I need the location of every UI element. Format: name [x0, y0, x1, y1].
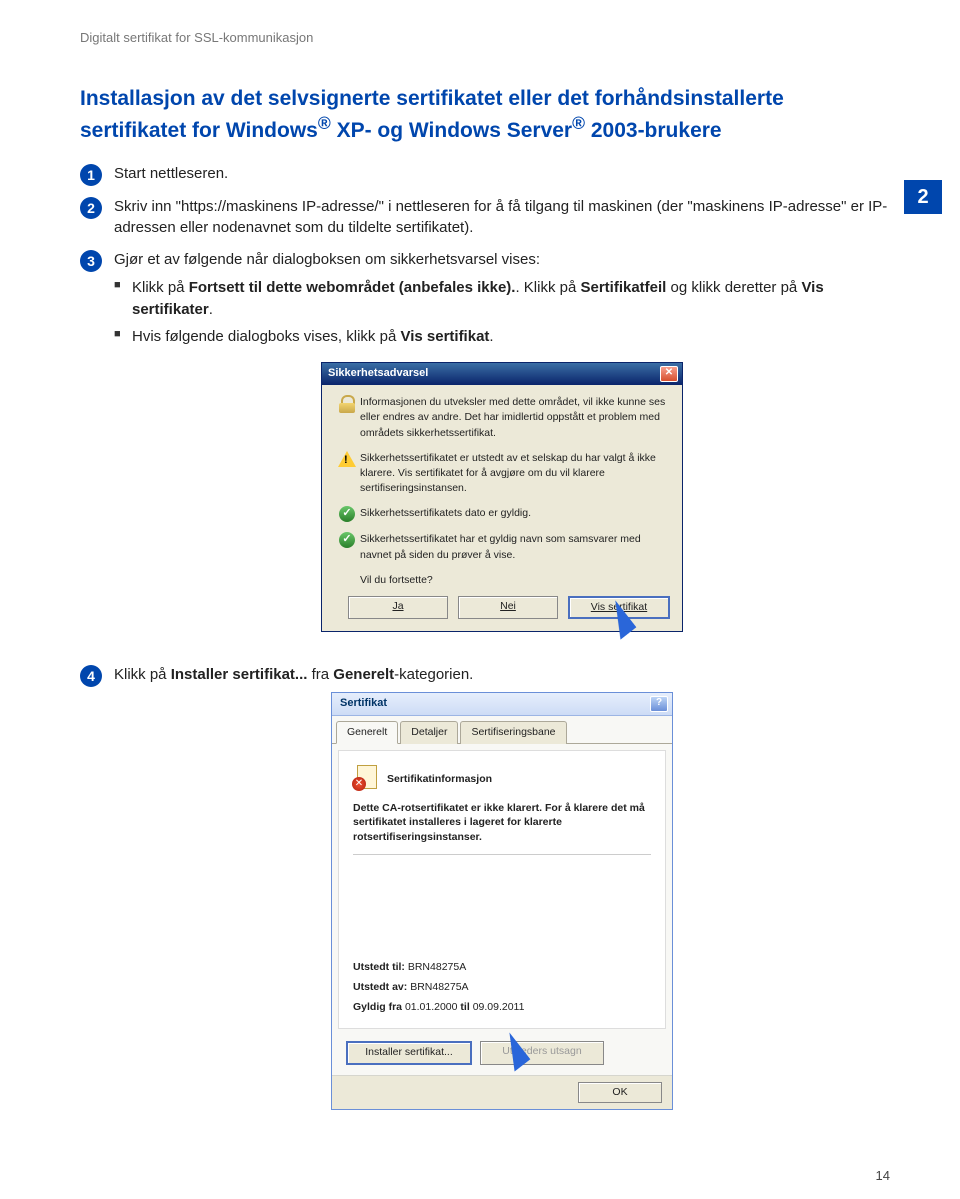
valid-label: Gyldig fra — [353, 1001, 402, 1013]
issued-by-value: BRN48275A — [410, 981, 468, 993]
reg-mark: ® — [318, 113, 331, 133]
b1e: og klikk deretter på — [666, 279, 801, 296]
b1c: . Klikk på — [515, 279, 580, 296]
divider — [353, 854, 651, 855]
tab-general[interactable]: Generelt — [336, 721, 398, 744]
s4e: -kategorien. — [394, 666, 473, 683]
dialog1-question: Vil du fortsette? — [334, 573, 670, 588]
s4c: fra — [307, 666, 333, 683]
issued-to-row: Utstedt til: BRN48275A — [353, 960, 651, 975]
no-label: Nei — [500, 600, 516, 612]
page-number: 14 — [0, 1162, 960, 1199]
section-title: Installasjon av det selvsignerte sertifi… — [80, 85, 890, 145]
chapter-number-badge: 2 — [904, 180, 942, 214]
close-icon[interactable]: ✕ — [660, 366, 678, 382]
title-line1: Installasjon av det selvsignerte sertifi… — [80, 87, 784, 110]
dialog1-warn: Sikkerhetssertifikatet er utstedt av et … — [360, 451, 670, 497]
tab-certpath[interactable]: Sertifiseringsbane — [460, 721, 566, 744]
lock-icon — [338, 395, 356, 413]
step-badge-2: 2 — [80, 197, 102, 219]
step-badge-1: 1 — [80, 164, 102, 186]
b2b: Vis sertifikat — [400, 328, 489, 345]
b1b: Fortsett til dette webområdet (anbefales… — [189, 279, 516, 296]
b2a: Hvis følgende dialogboks vises, klikk på — [132, 328, 400, 345]
b2c: . — [489, 328, 493, 345]
title-line2a: sertifikatet for Windows — [80, 119, 318, 142]
yes-label: Ja — [392, 600, 403, 612]
warning-icon — [338, 451, 356, 467]
security-warning-dialog: Sikkerhetsadvarsel ✕ Informasjonen du ut… — [321, 362, 683, 632]
b1a: Klikk på — [132, 279, 189, 296]
ok-button[interactable]: OK — [578, 1082, 662, 1103]
b1d: Sertifikatfeil — [580, 279, 666, 296]
title-line2c: 2003-brukere — [585, 119, 722, 142]
valid-from: 01.01.2000 — [405, 1001, 458, 1013]
dialog1-ok1: Sikkerhetssertifikatets dato er gyldig. — [360, 506, 670, 521]
no-button[interactable]: Nei — [458, 596, 558, 619]
yes-button[interactable]: Ja — [348, 596, 448, 619]
bullet-1: Klikk på Fortsett til dette webområdet (… — [114, 277, 890, 321]
step-3-text: Gjør et av følgende når dialogboksen om … — [114, 249, 890, 271]
s4a: Klikk på — [114, 666, 171, 683]
help-icon[interactable]: ? — [650, 696, 668, 712]
b1g: . — [209, 301, 213, 318]
valid-row: Gyldig fra 01.01.2000 til 09.09.2011 — [353, 1000, 651, 1015]
certificate-dialog: Sertifikat ? Generelt Detaljer Sertifise… — [331, 692, 673, 1110]
step-badge-4: 4 — [80, 665, 102, 687]
issued-by-row: Utstedt av: BRN48275A — [353, 980, 651, 995]
step-badge-3: 3 — [80, 250, 102, 272]
dialog1-intro: Informasjonen du utveksler med dette omr… — [360, 395, 670, 441]
valid-to: 09.09.2011 — [473, 1001, 525, 1013]
valid-mid: til — [460, 1001, 469, 1013]
step-1-text: Start nettleseren. — [114, 163, 890, 185]
checkmark-icon-2: ✓ — [339, 532, 355, 548]
install-certificate-button[interactable]: Installer sertifikat... — [346, 1041, 472, 1064]
s4b: Installer sertifikat... — [171, 666, 308, 683]
s4d: Generelt — [333, 666, 394, 683]
dialog2-title: Sertifikat — [340, 696, 387, 712]
issued-by-label: Utstedt av: — [353, 981, 407, 993]
step-4-text: Klikk på Installer sertifikat... fra Gen… — [114, 664, 890, 686]
dialog1-title: Sikkerhetsadvarsel — [328, 366, 428, 382]
cert-info-heading: Sertifikatinformasjon — [387, 772, 492, 787]
page-header: Digitalt sertifikat for SSL-kommunikasjo… — [80, 30, 890, 45]
step-2-text: Skriv inn "https://maskinens IP-adresse/… — [114, 196, 890, 240]
issued-to-value: BRN48275A — [408, 961, 466, 973]
issued-to-label: Utstedt til: — [353, 961, 405, 973]
dialog1-ok2: Sikkerhetssertifikatet har et gyldig nav… — [360, 532, 670, 562]
checkmark-icon: ✓ — [339, 506, 355, 522]
title-line2b: XP- og Windows Server — [331, 119, 572, 142]
reg-mark2: ® — [572, 113, 585, 133]
certificate-error-icon — [353, 765, 379, 793]
tab-details[interactable]: Detaljer — [400, 721, 458, 744]
bullet-2: Hvis følgende dialogboks vises, klikk på… — [114, 326, 890, 348]
cert-warning-text: Dette CA-rotsertifikatet er ikke klarert… — [353, 801, 651, 844]
